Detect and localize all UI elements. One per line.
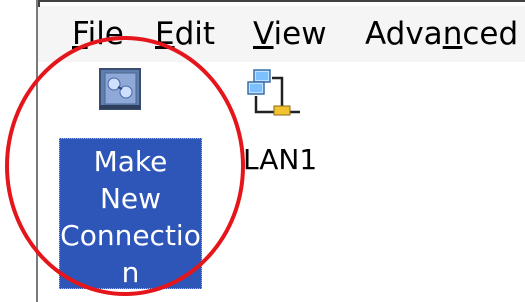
menu-file[interactable]: File [72, 14, 124, 54]
make-new-connection-icon[interactable] [98, 67, 142, 111]
menu-advanced[interactable]: Advanced [365, 14, 518, 54]
make-new-connection-label[interactable]: Make New Connectio n [59, 138, 202, 289]
lan1-label[interactable]: LAN1 [243, 143, 317, 176]
menu-view[interactable]: View [253, 14, 327, 54]
network-connection-icon[interactable] [246, 66, 304, 124]
menu-bar: File Edit View Advanced [38, 0, 525, 62]
menu-edit[interactable]: Edit [155, 14, 215, 54]
